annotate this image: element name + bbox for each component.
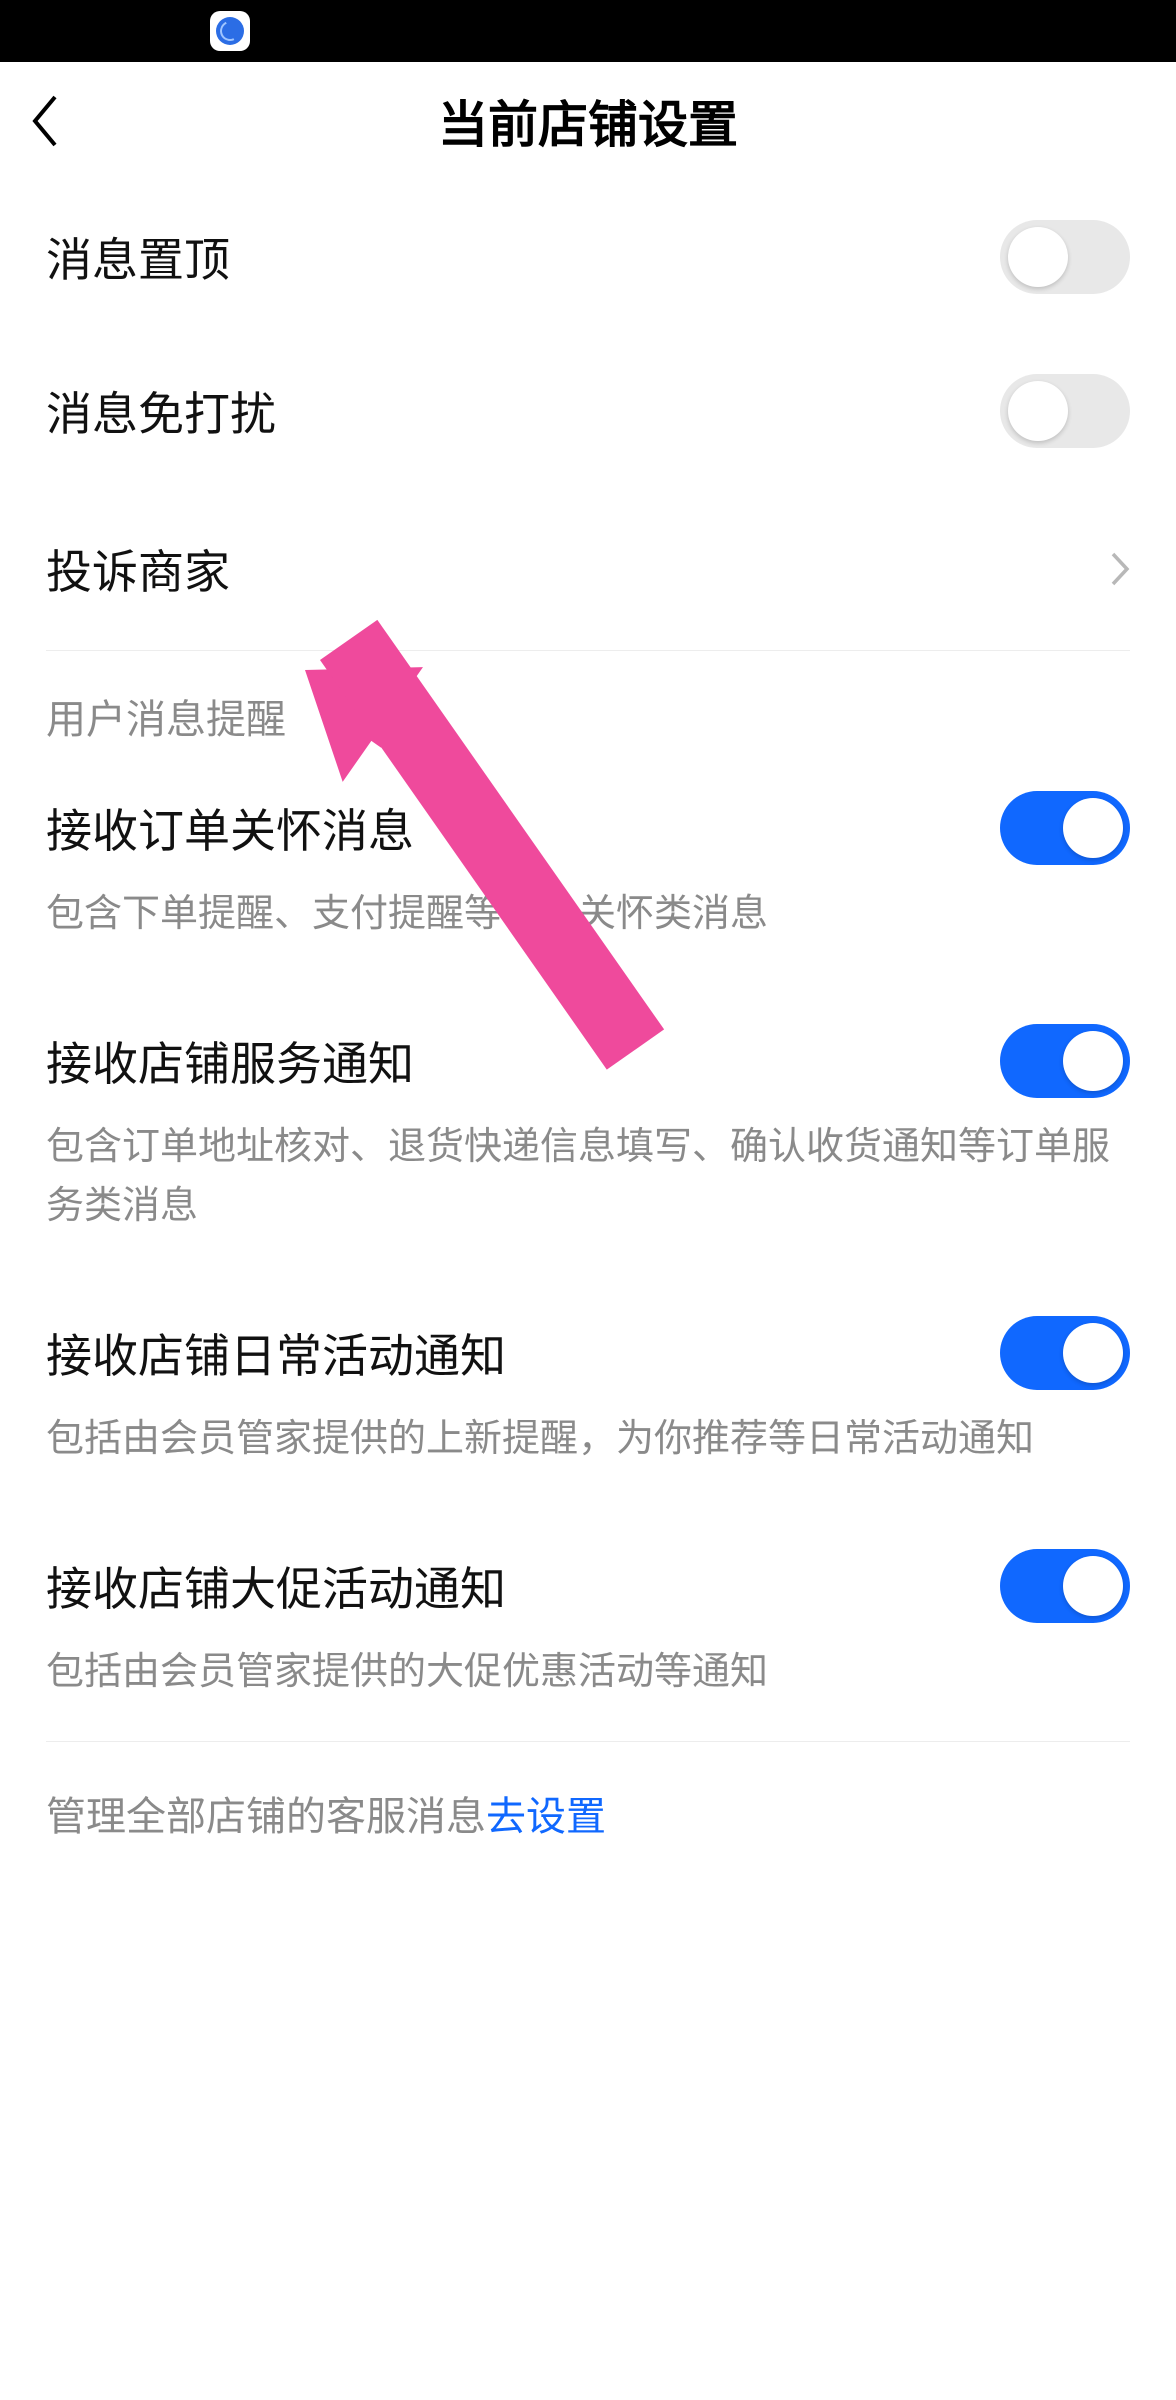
- toggle-order-care[interactable]: [1000, 791, 1130, 865]
- desc-service-notice: 包含订单地址核对、退货快递信息填写、确认收货通知等订单服务类消息: [46, 1118, 1130, 1276]
- row-service-notice: 接收店铺服务通知: [46, 984, 1130, 1118]
- toggle-promo-activity[interactable]: [1000, 1549, 1130, 1623]
- row-pin-top: 消息置顶: [46, 180, 1130, 334]
- row-dnd: 消息免打扰: [46, 334, 1130, 488]
- page-title: 当前店铺设置: [0, 85, 1176, 157]
- toggle-pin-top[interactable]: [1000, 220, 1130, 294]
- label-daily-activity: 接收店铺日常活动通知: [46, 1320, 506, 1386]
- toggle-dnd[interactable]: [1000, 374, 1130, 448]
- label-promo-activity: 接收店铺大促活动通知: [46, 1553, 506, 1619]
- row-complain[interactable]: 投诉商家: [46, 488, 1130, 650]
- label-pin-top: 消息置顶: [46, 224, 230, 290]
- settings-list: 消息置顶 消息免打扰 投诉商家 用户消息提醒 接收订单关怀消息 包含下单提醒、支…: [0, 180, 1176, 1884]
- section-header-user-messages: 用户消息提醒: [46, 651, 1130, 751]
- row-order-care: 接收订单关怀消息: [46, 751, 1130, 885]
- desc-promo-activity: 包括由会员管家提供的大促优惠活动等通知: [46, 1643, 1130, 1742]
- chevron-left-icon: [30, 95, 60, 147]
- back-button[interactable]: [0, 62, 90, 180]
- status-bar: [0, 0, 1176, 62]
- nav-header: 当前店铺设置: [0, 62, 1176, 180]
- desc-daily-activity: 包括由会员管家提供的上新提醒，为你推荐等日常活动通知: [46, 1410, 1130, 1509]
- footer-link-settings[interactable]: 去设置: [486, 1795, 606, 1839]
- desc-order-care: 包含下单提醒、支付提醒等订单关怀类消息: [46, 885, 1130, 984]
- label-dnd: 消息免打扰: [46, 378, 276, 444]
- toggle-daily-activity[interactable]: [1000, 1316, 1130, 1390]
- footer-manage-all: 管理全部店铺的客服消息去设置: [46, 1742, 1130, 1884]
- label-service-notice: 接收店铺服务通知: [46, 1028, 414, 1094]
- row-daily-activity: 接收店铺日常活动通知: [46, 1276, 1130, 1410]
- toggle-service-notice[interactable]: [1000, 1024, 1130, 1098]
- label-complain: 投诉商家: [46, 536, 230, 602]
- globe-app-icon: [210, 11, 250, 51]
- label-order-care: 接收订单关怀消息: [46, 795, 414, 861]
- row-promo-activity: 接收店铺大促活动通知: [46, 1509, 1130, 1643]
- footer-prefix: 管理全部店铺的客服消息: [46, 1795, 486, 1839]
- chevron-right-icon: [1110, 552, 1130, 586]
